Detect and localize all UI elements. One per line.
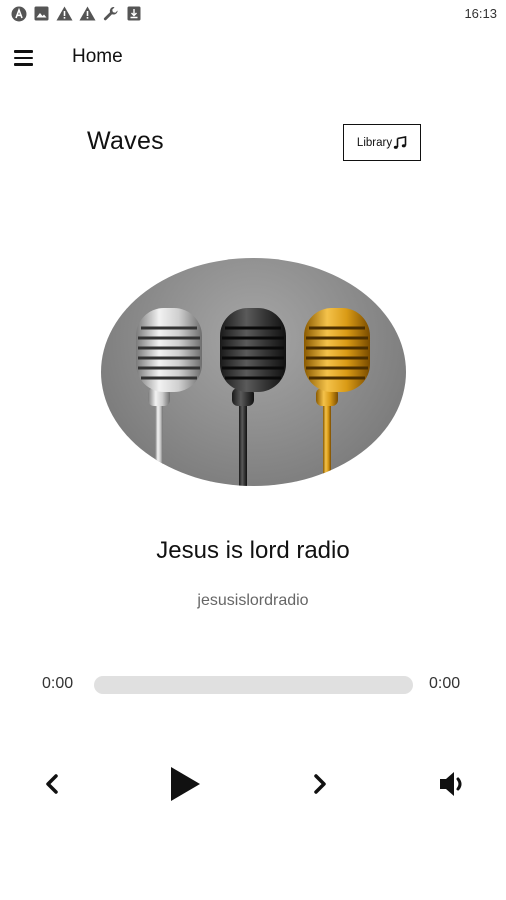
warning-icon (79, 5, 96, 22)
app-bar: Home (0, 36, 506, 78)
image-icon (33, 5, 50, 22)
warning-icon (56, 5, 73, 22)
page-title: Home (72, 46, 123, 67)
music-note-icon (393, 135, 407, 150)
volume-button[interactable] (434, 768, 470, 804)
wrench-icon (102, 5, 119, 22)
station-title: Jesus is lord radio (156, 537, 350, 564)
station-subtitle: jesusislordradio (197, 592, 309, 609)
library-button[interactable]: Library (343, 124, 421, 161)
status-icons (10, 5, 142, 22)
status-time: 16:13 (464, 6, 497, 21)
elapsed-time: 0:00 (42, 675, 74, 692)
library-label: Library (356, 136, 393, 149)
black-microphone (220, 308, 286, 486)
silver-microphone (136, 308, 202, 486)
progress-slider[interactable] (94, 676, 413, 694)
gold-microphone (304, 308, 370, 486)
next-button[interactable] (304, 770, 336, 802)
total-duration: 0:00 (429, 675, 461, 692)
status-bar: 16:13 (0, 0, 506, 28)
hamburger-menu-icon[interactable] (14, 44, 42, 72)
play-icon (168, 765, 202, 807)
download-icon (125, 5, 142, 22)
chevron-right-icon (310, 773, 330, 799)
volume-icon (437, 770, 467, 802)
station-group-title: Waves (87, 127, 164, 155)
app-a-icon (10, 5, 27, 22)
previous-button[interactable] (36, 770, 68, 802)
play-button[interactable] (162, 762, 208, 810)
chevron-left-icon (42, 773, 62, 799)
station-artwork (101, 258, 406, 486)
